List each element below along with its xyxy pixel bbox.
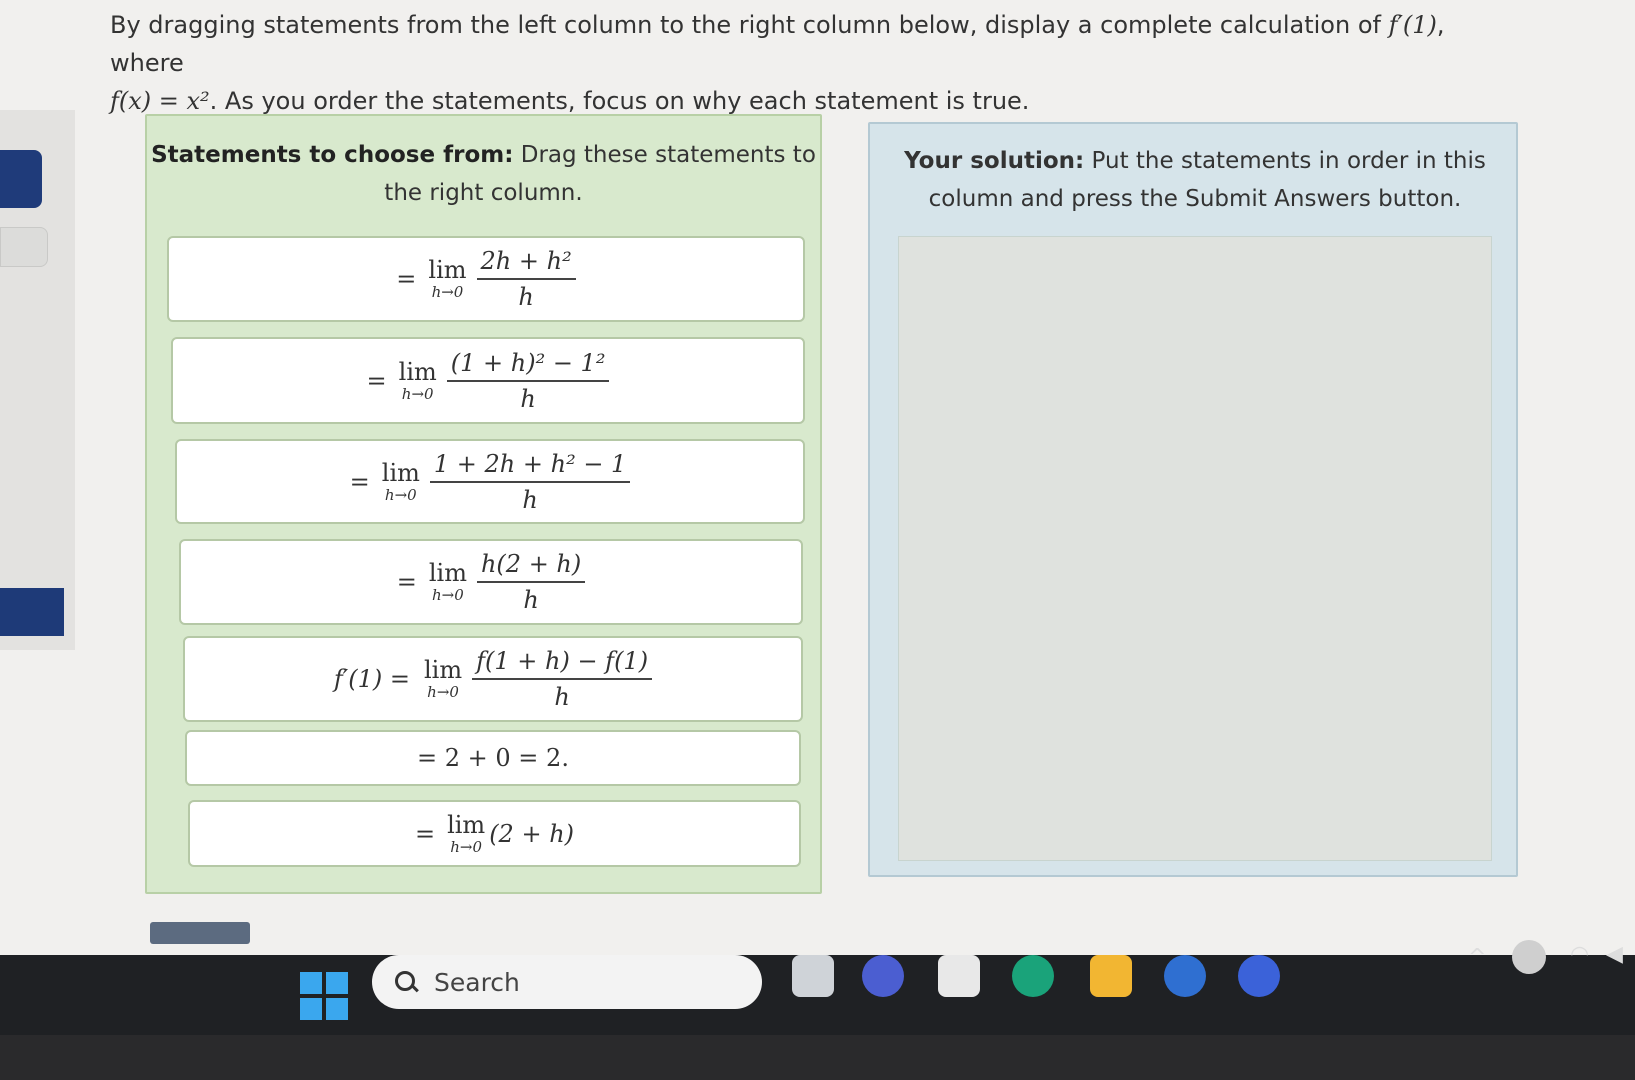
statement-card[interactable]: = lim h→0 h(2 + h) h	[179, 539, 803, 625]
limit-label: lim	[428, 559, 467, 587]
limit-expression: (2 + h)	[489, 819, 575, 848]
instructions: By dragging statements from the left col…	[110, 6, 1490, 120]
limit-subscript: h→0	[450, 837, 483, 856]
submit-button[interactable]	[150, 922, 250, 944]
volume-icon[interactable]: ◀	[1606, 942, 1623, 967]
sync-icon[interactable]	[1512, 940, 1546, 974]
start-tile	[300, 998, 322, 1020]
statements-header-bold: Statements to choose from:	[151, 142, 514, 168]
limit-label: lim	[398, 357, 437, 386]
statement-card[interactable]: = lim h→0 (1 + h)² − 1² h	[171, 337, 805, 424]
limit-label: lim	[428, 256, 467, 284]
numerator: (1 + h)² − 1²	[446, 346, 610, 382]
limit-label: lim	[381, 458, 420, 487]
limit: lim h→0	[382, 460, 420, 504]
statement-card[interactable]: f′(1) = lim h→0 f(1 + h) − f(1) h	[183, 636, 803, 722]
instructions-math-1: f′(1)	[1388, 11, 1437, 39]
search-label: Search	[434, 967, 520, 997]
statement-prefix: =	[396, 568, 417, 596]
statement-card[interactable]: = 2 + 0 = 2.	[185, 730, 801, 786]
media-player-icon[interactable]	[1238, 955, 1280, 997]
solution-panel: Your solution: Put the statements in ord…	[868, 122, 1518, 877]
denominator: h	[522, 485, 538, 514]
help-icon[interactable]	[1164, 955, 1206, 997]
search-icon	[394, 970, 418, 994]
limit: lim h→0	[429, 560, 467, 604]
numerator: f(1 + h) − f(1)	[472, 644, 653, 680]
instructions-text-2: . As you order the statements, focus on …	[209, 87, 1030, 115]
statement-card[interactable]: = lim h→0 (2 + h)	[188, 800, 801, 867]
limit-label: lim	[424, 656, 463, 684]
meet-icon[interactable]	[862, 955, 904, 997]
denominator: h	[520, 384, 536, 413]
chevron-up-icon[interactable]: ^	[1468, 945, 1486, 970]
denominator: h	[518, 283, 534, 311]
wifi-icon[interactable]: ◠	[1570, 942, 1589, 967]
taskbar-search[interactable]: Search	[372, 955, 762, 1009]
fraction: h(2 + h) h	[476, 547, 586, 617]
fraction: 2h + h² h	[476, 244, 576, 314]
instructions-text-1: By dragging statements from the left col…	[110, 11, 1389, 39]
file-explorer-icon[interactable]	[1090, 955, 1132, 997]
start-tile	[300, 972, 322, 994]
statement-prefix: f′(1) =	[333, 665, 410, 693]
solution-header-bold: Your solution:	[904, 148, 1085, 174]
limit-subscript: h→0	[432, 586, 464, 604]
task-view-icon[interactable]	[792, 955, 834, 997]
limit: lim h→0	[447, 812, 485, 856]
limit-subscript: h→0	[384, 485, 417, 504]
statement-prefix: =	[396, 265, 417, 293]
side-nav-button-secondary[interactable]	[0, 227, 48, 267]
start-tile	[326, 972, 348, 994]
solution-header: Your solution: Put the statements in ord…	[890, 142, 1500, 218]
limit-label: lim	[447, 810, 486, 839]
limit-subscript: h→0	[427, 683, 459, 701]
statement-prefix: =	[349, 467, 370, 496]
store-icon[interactable]	[938, 955, 980, 997]
side-nav-button-primary[interactable]	[0, 150, 42, 208]
statements-header: Statements to choose from: Drag these st…	[147, 136, 820, 212]
fraction: f(1 + h) − f(1) h	[472, 644, 653, 714]
start-tile	[326, 998, 348, 1020]
denominator: h	[554, 683, 570, 711]
edge-browser-icon[interactable]	[1012, 955, 1054, 997]
solution-drop-zone[interactable]	[898, 236, 1492, 861]
numerator: h(2 + h)	[476, 547, 586, 583]
fraction: 1 + 2h + h² − 1h	[429, 447, 631, 517]
limit: lim h→0	[399, 359, 437, 403]
statement-prefix: =	[414, 819, 436, 848]
monitor-bezel	[0, 1035, 1635, 1080]
fraction: (1 + h)² − 1² h	[446, 346, 610, 416]
instructions-math-2: f(x) = x²	[110, 87, 210, 115]
side-nav-block[interactable]	[0, 588, 64, 636]
numerator: 1 + 2h + h² − 1	[429, 447, 631, 483]
statement-card[interactable]: = lim h→0 1 + 2h + h² − 1h	[175, 439, 805, 524]
statement-text: = 2 + 0 = 2.	[417, 744, 569, 772]
statement-card[interactable]: = lim h→0 2h + h² h	[167, 236, 805, 322]
statement-prefix: =	[366, 366, 387, 395]
limit: lim h→0	[428, 257, 466, 301]
windows-start-icon[interactable]	[300, 972, 348, 1020]
limit-subscript: h→0	[431, 283, 464, 301]
limit-subscript: h→0	[401, 384, 434, 403]
denominator: h	[523, 586, 539, 614]
limit: lim h→0	[424, 657, 462, 701]
numerator: 2h + h²	[476, 244, 576, 280]
